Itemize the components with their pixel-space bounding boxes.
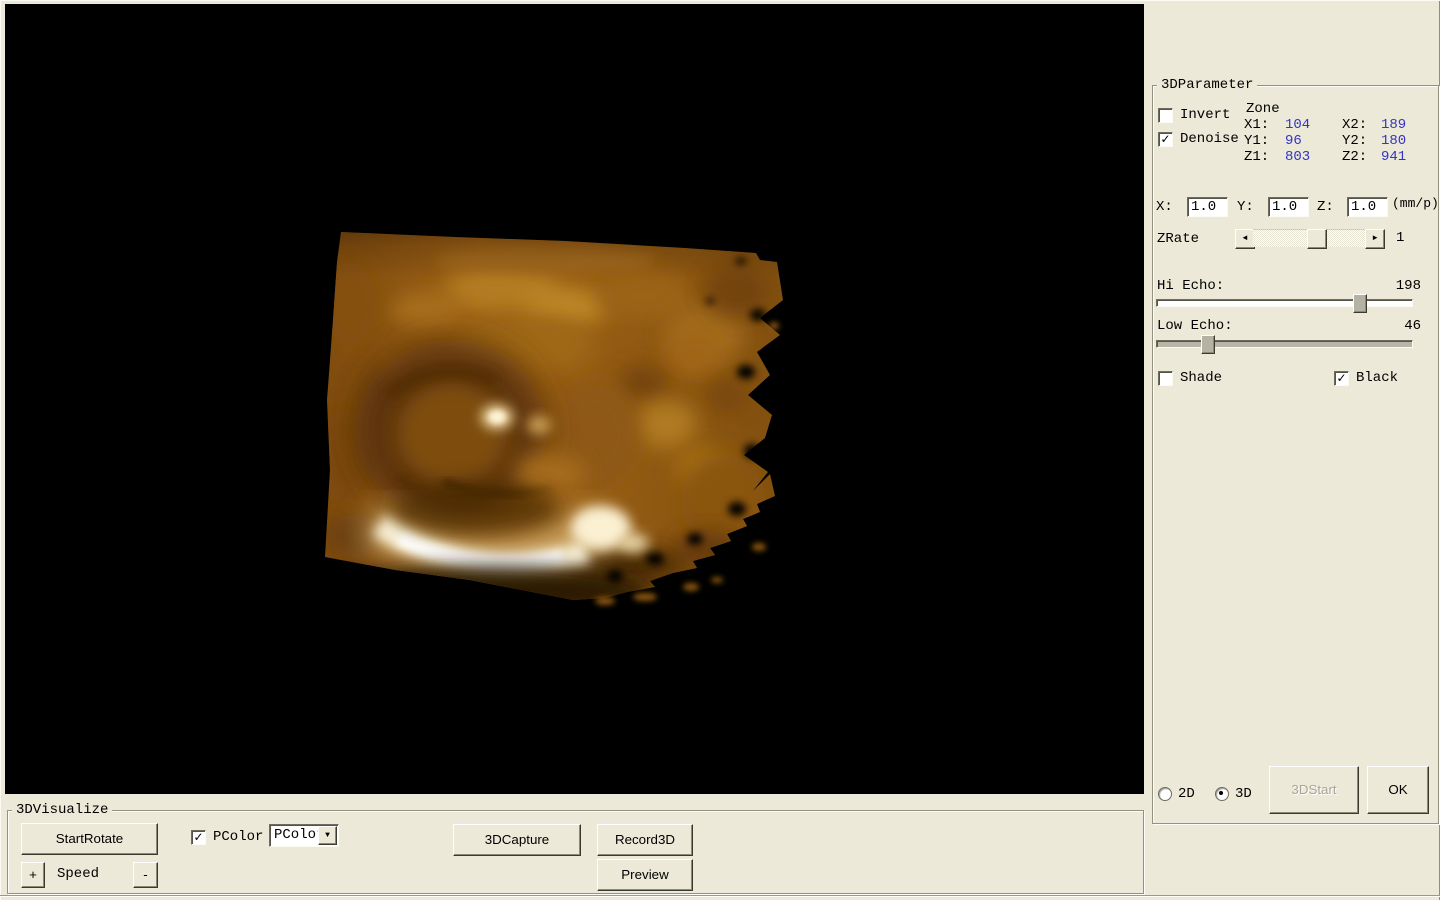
black-label: Black: [1356, 370, 1399, 386]
hi-echo-slider[interactable]: [1156, 294, 1413, 313]
pcolor-dropdown-button[interactable]: ▼: [318, 826, 337, 845]
pcolor-checkbox-box[interactable]: ✓: [191, 829, 206, 845]
shade-checkbox-box[interactable]: ✓: [1158, 370, 1173, 386]
start3d-button: 3DStart: [1269, 766, 1359, 814]
app-window: 3DParameter ✓ Invert ✓ Denoise Zone X1: …: [0, 0, 1440, 900]
denoise-checkbox[interactable]: ✓ Denoise: [1158, 131, 1239, 147]
low-echo-value: 46: [1404, 318, 1421, 334]
scale-unit-label: (mm/p): [1392, 196, 1439, 211]
start-rotate-button[interactable]: StartRotate: [21, 823, 158, 855]
record-3d-button[interactable]: Record3D: [597, 824, 693, 856]
denoise-label: Denoise: [1180, 131, 1239, 147]
x-scale-label: X:: [1156, 199, 1173, 215]
hi-echo-slider-track[interactable]: [1156, 299, 1413, 307]
y-scale-label: Y:: [1237, 199, 1254, 215]
checkmark-icon: ✓: [193, 829, 204, 844]
mode-3d-label: 3D: [1235, 786, 1252, 802]
hi-echo-value: 198: [1395, 278, 1421, 294]
checkmark-icon: ✓: [1336, 370, 1347, 385]
zrate-label: ZRate: [1157, 231, 1200, 247]
zone-x1-label: X1:: [1244, 117, 1270, 133]
parameter-group-title: 3DParameter: [1157, 77, 1258, 93]
pcolor-dropdown-value: PColor: [274, 827, 325, 843]
window-bottom-highlight: [0, 896, 1440, 897]
zone-x2-label: X2:: [1342, 117, 1368, 133]
chevron-down-icon: ▼: [325, 830, 330, 840]
zone-y1-label: Y1:: [1244, 133, 1270, 149]
mode-3d-radio[interactable]: 3D: [1215, 786, 1252, 802]
low-echo-slider[interactable]: [1156, 335, 1413, 354]
hi-echo-label: Hi Echo:: [1157, 278, 1225, 294]
zrate-scroll-right-button[interactable]: ►: [1365, 229, 1385, 249]
zone-x1-value: 104: [1285, 117, 1311, 133]
invert-label: Invert: [1180, 107, 1231, 123]
arrow-left-icon: ◄: [1242, 234, 1248, 243]
low-echo-label: Low Echo:: [1157, 318, 1233, 334]
z-scale-input[interactable]: [1347, 197, 1388, 217]
zrate-scroll-track[interactable]: [1253, 229, 1367, 249]
zone-z1-label: Z1:: [1244, 149, 1270, 165]
zrate-scrollbar[interactable]: ◄ ►: [1235, 229, 1385, 249]
invert-checkbox[interactable]: ✓ Invert: [1158, 107, 1230, 123]
z-scale-label: Z:: [1317, 199, 1334, 215]
zrate-value: 1: [1396, 230, 1405, 246]
zone-y1-value: 96: [1285, 133, 1302, 149]
pcolor-checkbox[interactable]: ✓ PColor: [191, 829, 263, 845]
ultrasound-3d-render: [325, 232, 783, 605]
y-scale-input[interactable]: [1268, 197, 1309, 217]
speed-label: Speed: [57, 866, 100, 882]
ok-button[interactable]: OK: [1367, 766, 1429, 814]
zone-x2-value: 189: [1381, 117, 1407, 133]
mode-2d-radio[interactable]: 2D: [1158, 786, 1195, 802]
x-scale-input[interactable]: [1187, 197, 1228, 217]
low-echo-slider-track[interactable]: [1156, 340, 1413, 348]
zone-label: Zone: [1246, 101, 1280, 117]
shade-label: Shade: [1180, 370, 1223, 386]
arrow-right-icon: ►: [1372, 234, 1378, 243]
render-viewport[interactable]: [5, 4, 1144, 794]
mode-3d-radio-circle[interactable]: [1215, 787, 1229, 801]
zone-y2-value: 180: [1381, 133, 1407, 149]
visualize-groupbox: 3DVisualize StartRotate + Speed - ✓ PCol…: [7, 802, 1144, 894]
preview-button[interactable]: Preview: [597, 859, 693, 891]
low-echo-slider-thumb[interactable]: [1200, 335, 1215, 354]
mode-2d-radio-circle[interactable]: [1158, 787, 1172, 801]
denoise-checkbox-box[interactable]: ✓: [1158, 131, 1173, 147]
black-checkbox[interactable]: ✓ Black: [1334, 370, 1398, 386]
invert-checkbox-box[interactable]: ✓: [1158, 107, 1173, 123]
speed-plus-button[interactable]: +: [21, 862, 45, 888]
shade-checkbox[interactable]: ✓ Shade: [1158, 370, 1222, 386]
zrate-scroll-thumb[interactable]: [1306, 229, 1327, 249]
zone-z1-value: 803: [1285, 149, 1311, 165]
mode-2d-label: 2D: [1178, 786, 1195, 802]
visualize-group-title: 3DVisualize: [12, 802, 113, 818]
hi-echo-slider-thumb[interactable]: [1352, 294, 1367, 313]
zone-z2-label: Z2:: [1342, 149, 1368, 165]
parameter-groupbox: 3DParameter ✓ Invert ✓ Denoise Zone X1: …: [1152, 77, 1439, 824]
pcolor-dropdown[interactable]: PColor ▼: [269, 824, 339, 847]
zrate-scroll-left-button[interactable]: ◄: [1235, 229, 1255, 249]
pcolor-checkbox-label: PColor: [213, 829, 264, 845]
speed-minus-button[interactable]: -: [133, 862, 158, 888]
black-checkbox-box[interactable]: ✓: [1334, 370, 1349, 386]
checkmark-icon: ✓: [1160, 131, 1171, 146]
zone-y2-label: Y2:: [1342, 133, 1368, 149]
capture-3d-button[interactable]: 3DCapture: [453, 824, 581, 856]
zone-z2-value: 941: [1381, 149, 1407, 165]
